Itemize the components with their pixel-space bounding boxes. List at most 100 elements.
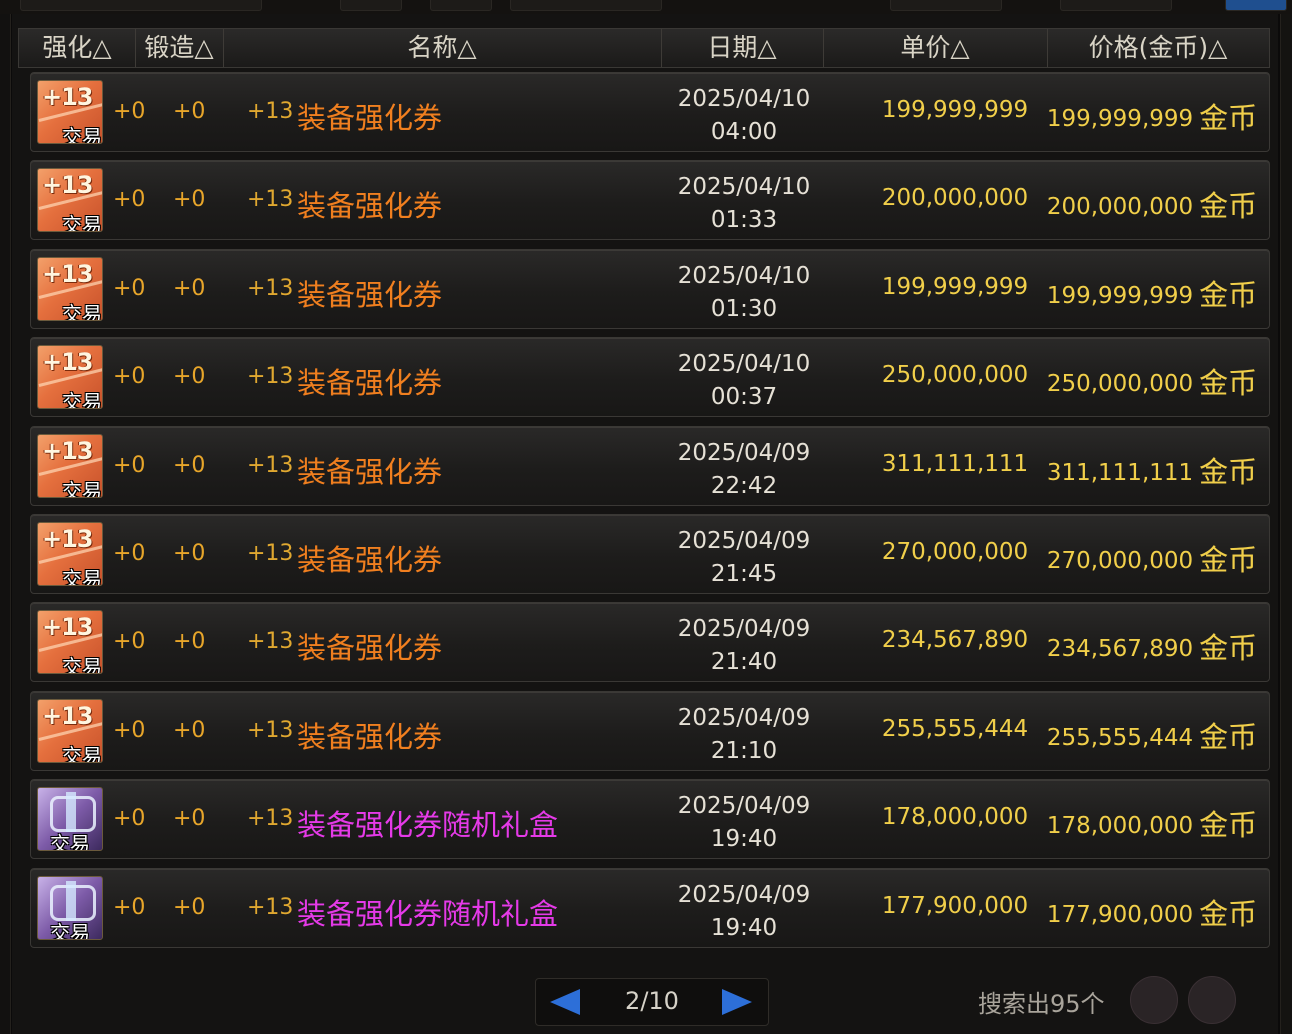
listing-date-day: 2025/04/09: [677, 440, 811, 466]
item-name: 装备强化券随机礼盒: [297, 808, 559, 842]
item-name: 装备强化券: [297, 189, 443, 223]
top-tab: [430, 0, 492, 11]
table-row[interactable]: +13 交易 +0 +0 +13 装备强化券 2025/04/10 00:37 250,000,…: [30, 337, 1270, 417]
ticket-icon[interactable]: +13 交易: [37, 345, 103, 409]
unit-price: 234,567,890: [881, 627, 1029, 653]
sort-price-header[interactable]: 价格(金币)△: [1047, 29, 1269, 67]
item-level: +13: [247, 364, 294, 389]
ticket-icon[interactable]: +13 交易: [37, 610, 103, 674]
sort-unit-price-header[interactable]: 单价△: [823, 29, 1048, 67]
tradable-tag: 交易: [62, 567, 102, 586]
listing-date-day: 2025/04/10: [677, 86, 811, 112]
listing-date-day: 2025/04/09: [677, 882, 811, 908]
item-level: +13: [247, 629, 294, 654]
forge-value: +0: [173, 99, 206, 124]
total-price: 200,000,000 金币: [1043, 181, 1261, 223]
enhance-value: +0: [113, 187, 146, 212]
unit-price: 199,999,999: [881, 97, 1029, 123]
enhance-value: +0: [113, 276, 146, 301]
total-price-value: 311,111,111: [1046, 460, 1194, 486]
forge-value: +0: [173, 806, 206, 831]
forge-value: +0: [173, 453, 206, 478]
listing-date-time: 21:10: [710, 738, 778, 764]
item-name: 装备强化券: [297, 366, 443, 400]
item-name: 装备强化券: [297, 101, 443, 135]
listing-date-day: 2025/04/10: [677, 263, 811, 289]
gift-box-icon[interactable]: 交易: [37, 876, 103, 940]
sort-name-header[interactable]: 名称△: [223, 29, 662, 67]
listing-date-day: 2025/04/10: [677, 351, 811, 377]
unit-price: 311,111,111: [881, 451, 1029, 477]
tradable-tag: 交易: [62, 655, 102, 674]
listing-date-time: 21:40: [710, 649, 778, 675]
listing-date: 2025/04/09 21:10: [651, 702, 837, 768]
ticket-icon[interactable]: +13 交易: [37, 80, 103, 144]
listing-date-time: 04:00: [710, 119, 778, 145]
enhance-value: +0: [113, 895, 146, 920]
enhance-value: +0: [113, 718, 146, 743]
table-row[interactable]: +13 交易 +0 +0 +13 装备强化券 2025/04/09 21:40 234,567,…: [30, 602, 1270, 682]
left-edge: [0, 14, 11, 1034]
sort-forge-header[interactable]: 锻造△: [135, 29, 224, 67]
total-price-value: 199,999,999: [1046, 283, 1194, 309]
table-row[interactable]: +13 交易 +0 +0 +13 装备强化券 2025/04/09 21:10 255,555,…: [30, 691, 1270, 771]
gold-currency-label: 金币: [1199, 455, 1258, 489]
total-price-value: 255,555,444: [1046, 725, 1194, 751]
forge-value: +0: [173, 718, 206, 743]
top-tab: [340, 0, 402, 11]
item-level: +13: [247, 276, 294, 301]
unit-price: 199,999,999: [881, 274, 1029, 300]
sort-enhance-header[interactable]: 强化△: [19, 29, 136, 67]
ticket-icon[interactable]: +13 交易: [37, 434, 103, 498]
prev-page-icon[interactable]: [550, 989, 580, 1015]
sort-date-header[interactable]: 日期△: [661, 29, 824, 67]
top-tab: [20, 0, 262, 11]
item-name: 装备强化券: [297, 543, 443, 577]
total-price: 199,999,999 金币: [1043, 93, 1261, 135]
unit-price: 250,000,000: [881, 362, 1029, 388]
total-price-value: 199,999,999: [1046, 106, 1194, 132]
ticket-icon[interactable]: +13 交易: [37, 699, 103, 763]
table-row[interactable]: 交易 +0 +0 +13 装备强化券随机礼盒 2025/04/09 19:40 178,000…: [30, 779, 1270, 859]
listing-date: 2025/04/09 21:45: [651, 525, 837, 591]
total-price-value: 200,000,000: [1046, 194, 1194, 220]
item-level: +13: [247, 453, 294, 478]
forge-value: +0: [173, 187, 206, 212]
listing-date: 2025/04/10 00:37: [651, 348, 837, 414]
total-price: 177,900,000 金币: [1043, 889, 1261, 931]
table-row[interactable]: +13 交易 +0 +0 +13 装备强化券 2025/04/10 01:30 199,999,…: [30, 249, 1270, 329]
listing-date-time: 00:37: [710, 384, 778, 410]
unit-price: 177,900,000: [881, 893, 1029, 919]
right-edge: [1280, 14, 1292, 1034]
tradable-tag: 交易: [62, 302, 102, 321]
table-row[interactable]: +13 交易 +0 +0 +13 装备强化券 2025/04/10 04:00 199,999,…: [30, 72, 1270, 152]
total-price-value: 178,000,000: [1046, 813, 1194, 839]
next-page-icon[interactable]: [722, 989, 752, 1015]
table-row[interactable]: +13 交易 +0 +0 +13 装备强化券 2025/04/09 22:42 311,111,…: [30, 426, 1270, 506]
listing-date-day: 2025/04/09: [677, 793, 811, 819]
listing-date: 2025/04/10 01:30: [651, 260, 837, 326]
tradable-tag: 交易: [62, 125, 102, 144]
table-row[interactable]: +13 交易 +0 +0 +13 装备强化券 2025/04/10 01:33 200,000,…: [30, 160, 1270, 240]
listing-date-time: 19:40: [710, 826, 778, 852]
total-price: 234,567,890 金币: [1043, 623, 1261, 665]
listing-date-time: 22:42: [710, 473, 778, 499]
gold-currency-label: 金币: [1199, 897, 1258, 931]
top-strip: [0, 0, 1292, 14]
item-level: +13: [247, 718, 294, 743]
ticket-icon[interactable]: +13 交易: [37, 168, 103, 232]
table-row[interactable]: 交易 +0 +0 +13 装备强化券随机礼盒 2025/04/09 19:40 177,900…: [30, 868, 1270, 948]
tradable-tag: 交易: [50, 832, 90, 851]
gift-box-icon[interactable]: 交易: [37, 787, 103, 851]
ticket-icon[interactable]: +13 交易: [37, 522, 103, 586]
table-row[interactable]: +13 交易 +0 +0 +13 装备强化券 2025/04/09 21:45 270,000,…: [30, 514, 1270, 594]
listing-date-day: 2025/04/09: [677, 616, 811, 642]
top-tab: [1225, 0, 1287, 11]
ticket-icon[interactable]: +13 交易: [37, 257, 103, 321]
enhance-value: +0: [113, 364, 146, 389]
character-portrait-icon: [1130, 976, 1178, 1024]
total-price: 250,000,000 金币: [1043, 358, 1261, 400]
item-name: 装备强化券: [297, 720, 443, 754]
gold-currency-label: 金币: [1199, 366, 1258, 400]
unit-price: 270,000,000: [881, 539, 1029, 565]
